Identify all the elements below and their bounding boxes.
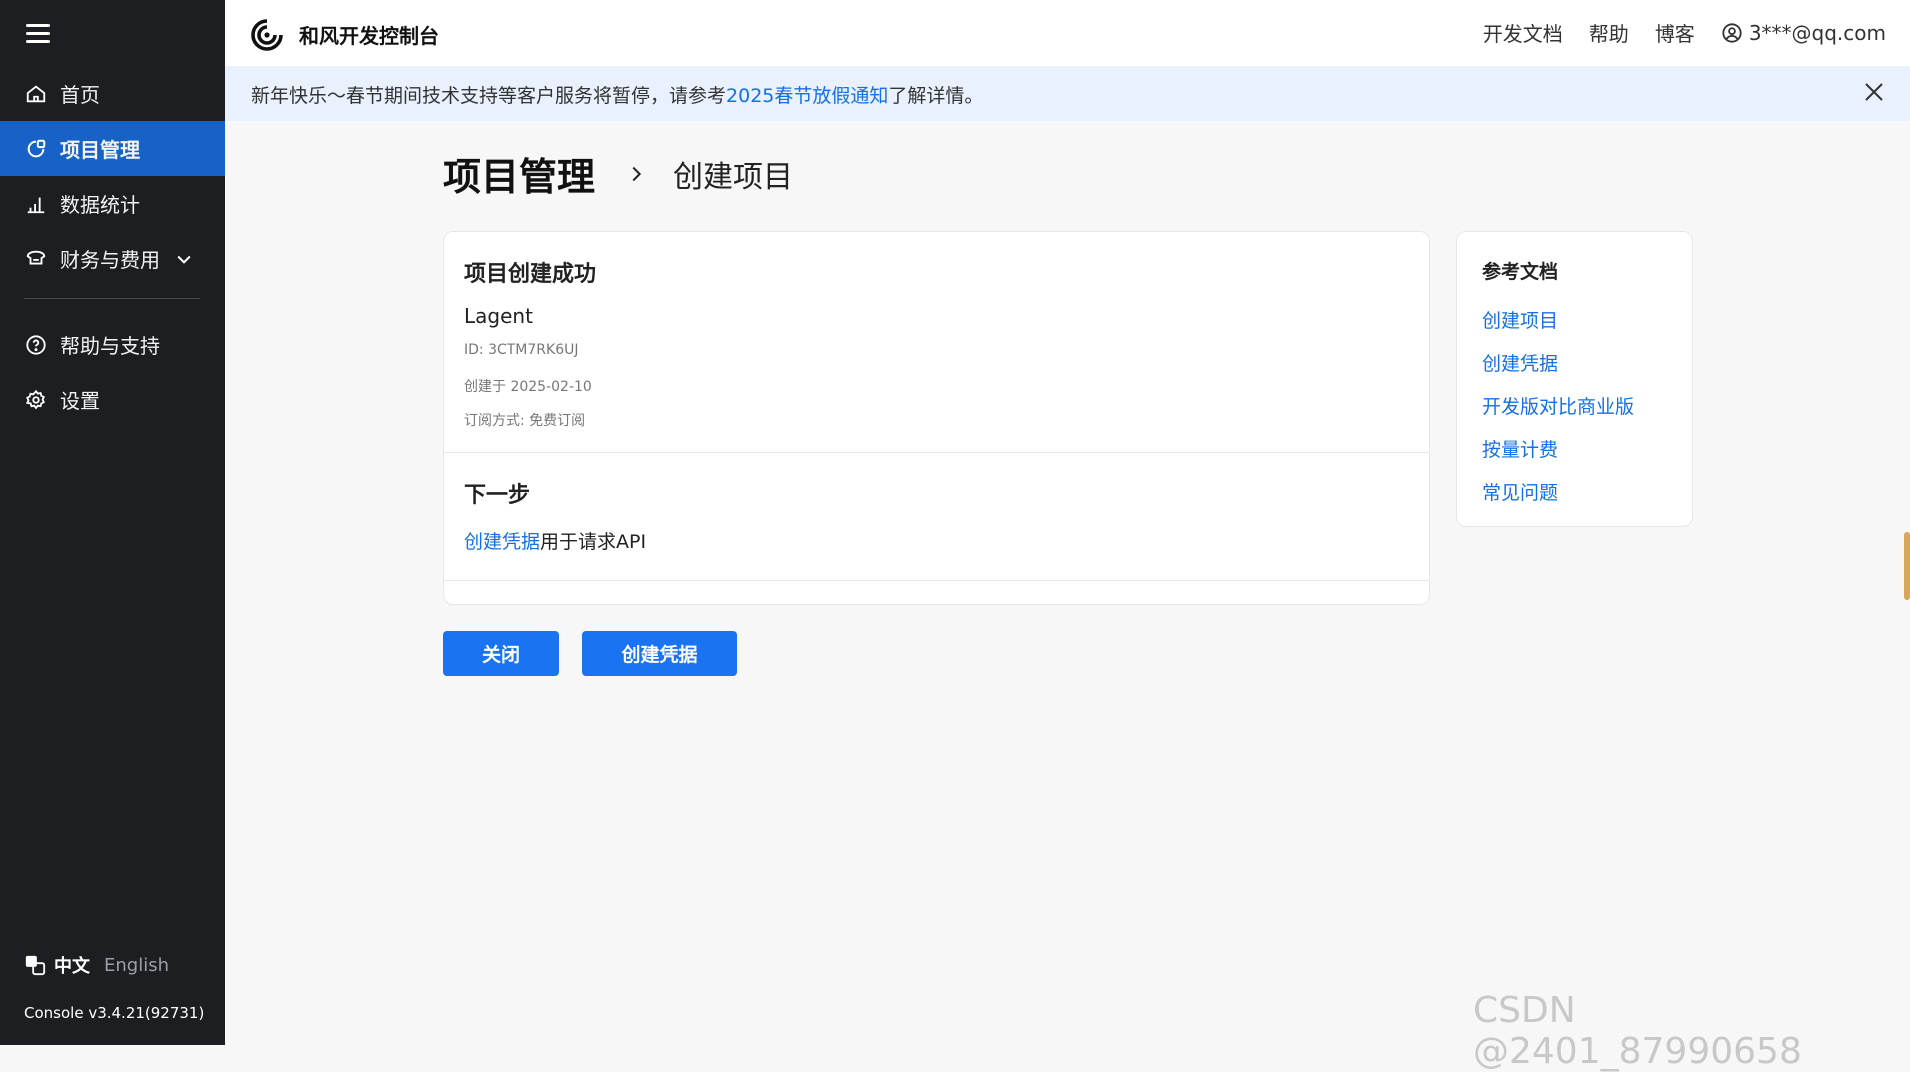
notice-banner: 新年快乐～春节期间技术支持等客户服务将暂停，请参考2025春节放假通知了解详情。 <box>225 66 1910 121</box>
console-version: Console v3.4.21(92731) <box>24 1004 205 1022</box>
doc-link-pay-as-you-go[interactable]: 按量计费 <box>1482 435 1558 462</box>
notice-link[interactable]: 2025春节放假通知 <box>726 85 888 107</box>
next-step-title: 下一步 <box>464 483 531 508</box>
project-name: Lagent <box>464 304 533 328</box>
next-step-suffix: 用于请求API <box>540 531 647 553</box>
sidebar-item-label: 设置 <box>60 389 100 413</box>
help-circle-icon <box>24 333 48 357</box>
project-id: ID: 3CTM7RK6UJ <box>464 342 579 358</box>
user-avatar-icon <box>1722 22 1742 43</box>
next-step-section <box>444 452 1429 581</box>
language-switcher: 中文 English <box>24 952 169 978</box>
page-subtitle: 创建项目 <box>673 159 794 195</box>
scroll-handle[interactable] <box>1904 532 1910 600</box>
user-email: 3***@qq.com <box>1748 20 1886 45</box>
sidebar-item-settings[interactable]: 设置 <box>0 372 225 427</box>
sidebar-item-label: 帮助与支持 <box>60 334 160 358</box>
project-result-card: 项目创建成功 Lagent ID: 3CTM7RK6UJ 创建于 2025-02… <box>443 231 1430 605</box>
help-link[interactable]: 帮助 <box>1589 18 1629 47</box>
sidebar-item-home[interactable]: 首页 <box>0 66 225 121</box>
close-button[interactable]: 关闭 <box>443 631 559 676</box>
doc-link-create-credential[interactable]: 创建凭据 <box>1482 349 1558 376</box>
sidebar-item-label: 数据统计 <box>60 193 140 217</box>
page-title[interactable]: 项目管理 <box>443 146 595 201</box>
sidebar-item-help[interactable]: 帮助与支持 <box>0 317 225 372</box>
translate-icon <box>24 954 46 976</box>
sidebar: 首页 项目管理 数据统计 财务与费用 帮助与支持 设置 中文 English C… <box>0 0 225 1045</box>
bar-chart-icon <box>24 192 48 216</box>
lang-en-option[interactable]: English <box>104 955 169 976</box>
docs-link[interactable]: 开发文档 <box>1483 18 1563 47</box>
sidebar-item-label: 首页 <box>60 83 100 107</box>
home-icon <box>24 82 48 106</box>
create-credential-link[interactable]: 创建凭据 <box>464 531 540 553</box>
watermark: CSDN @2401_87990658 <box>1473 990 1802 1072</box>
doc-link-faq[interactable]: 常见问题 <box>1482 478 1558 505</box>
success-title: 项目创建成功 <box>464 262 597 287</box>
gear-icon <box>24 388 48 412</box>
close-icon[interactable] <box>1862 80 1886 104</box>
reference-docs-title: 参考文档 <box>1482 261 1559 283</box>
blog-link[interactable]: 博客 <box>1655 18 1695 47</box>
sidebar-divider <box>24 298 200 299</box>
notice-prefix: 新年快乐～春节期间技术支持等客户服务将暂停，请参考 <box>251 85 727 107</box>
finance-icon <box>24 247 48 271</box>
sidebar-item-projects[interactable]: 项目管理 <box>0 121 225 176</box>
sidebar-item-statistics[interactable]: 数据统计 <box>0 176 225 231</box>
brand-title[interactable]: 和风开发控制台 <box>299 20 439 49</box>
lang-zh-option[interactable]: 中文 <box>54 952 90 978</box>
create-credential-button[interactable]: 创建凭据 <box>582 631 737 676</box>
user-menu[interactable]: 3***@qq.com <box>1721 21 1886 45</box>
topbar: 和风开发控制台 开发文档 帮助 博客 3***@qq.com <box>225 0 1910 66</box>
reference-docs-card: 参考文档 创建项目 创建凭据 开发版对比商业版 按量计费 常见问题 <box>1456 231 1693 527</box>
chevron-down-icon <box>174 249 194 269</box>
doc-link-create-project[interactable]: 创建项目 <box>1482 306 1558 333</box>
sidebar-item-label: 项目管理 <box>60 138 140 162</box>
qweather-logo-icon[interactable] <box>249 17 285 53</box>
menu-icon[interactable] <box>26 22 52 44</box>
project-subscription: 订阅方式: 免费订阅 <box>464 413 586 429</box>
notice-suffix: 了解详情。 <box>888 85 984 107</box>
notice-text: 新年快乐～春节期间技术支持等客户服务将暂停，请参考2025春节放假通知了解详情。 <box>251 81 983 108</box>
chevron-right-icon <box>625 163 647 185</box>
sidebar-item-label: 财务与费用 <box>60 248 160 272</box>
project-created-date: 创建于 2025-02-10 <box>464 379 592 395</box>
top-links: 开发文档 帮助 博客 3***@qq.com <box>1457 18 1886 47</box>
doc-link-dev-vs-commercial[interactable]: 开发版对比商业版 <box>1482 392 1634 419</box>
breadcrumb: 项目管理 创建项目 <box>443 146 793 201</box>
next-step-text: 创建凭据用于请求API <box>464 527 646 554</box>
sidebar-item-finance[interactable]: 财务与费用 <box>0 231 225 286</box>
project-icon <box>24 137 48 161</box>
